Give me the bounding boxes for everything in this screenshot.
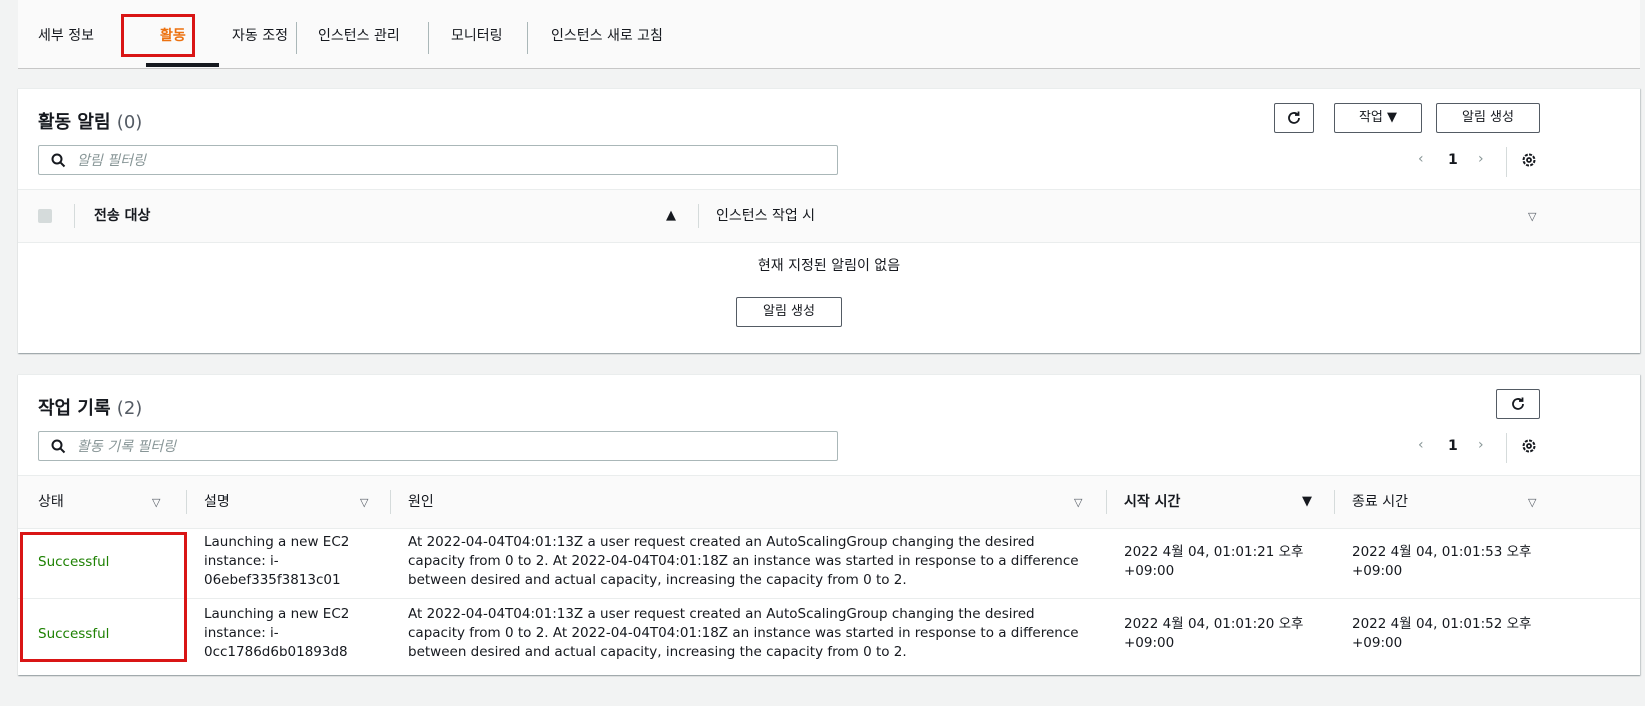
sort-ascending-icon[interactable]: ▲ [666,208,676,223]
tab-instance-refresh[interactable]: 인스턴스 새로 고침 [551,0,663,68]
description-cell: Launching a new EC2 instance: i-06ebef33… [204,534,350,588]
tab-bar: 세부 정보 활동 자동 조정 인스턴스 관리 모니터링 인스턴스 새로 고침 [18,0,1640,69]
cause-cell: At 2022-04-04T04:01:13Z a user request c… [408,606,1079,660]
active-tab-indicator [146,63,219,67]
column-header-description[interactable]: 설명 [204,476,230,528]
history-count: (2) [116,398,143,419]
column-divider [1334,490,1335,514]
refresh-button[interactable] [1496,389,1540,419]
tab-auto-scaling[interactable]: 자동 조정 [232,0,288,68]
table-row: Successful Launching a new EC2 instance:… [18,599,1640,671]
empty-state-message: 현재 지정된 알림이 없음 [757,258,901,274]
page-number[interactable]: 1 [1448,438,1458,454]
tab-divider [527,22,528,54]
sort-icon[interactable]: ▽ [360,496,368,509]
next-page-icon[interactable]: › [1478,151,1484,167]
column-header-instance-action[interactable]: 인스턴스 작업 시 [716,190,815,242]
column-header-start-time[interactable]: 시작 시간 [1124,476,1180,528]
settings-gear-icon[interactable] [1520,437,1538,455]
notification-search-input[interactable] [75,149,819,173]
tab-instance-management[interactable]: 인스턴스 관리 [318,0,400,68]
column-divider [698,204,699,228]
pager-divider [1506,433,1507,463]
select-all-checkbox[interactable] [38,209,52,223]
create-notification-button[interactable]: 알림 생성 [1436,103,1540,133]
table-row: Successful Launching a new EC2 instance:… [18,527,1640,599]
notifications-title: 활동 알림 [38,112,111,133]
history-title: 작업 기록 [38,398,111,419]
column-divider [1106,490,1107,514]
column-divider [390,490,391,514]
tab-divider [428,22,429,54]
sort-icon[interactable]: ▽ [1074,496,1082,509]
notifications-count: (0) [116,112,143,133]
sort-icon[interactable]: ▽ [1528,496,1536,509]
refresh-icon [1288,111,1300,124]
start-time-cell: 2022 4월 04, 01:01:20 오후 +09:00 [1124,616,1304,651]
activity-history-panel: 작업 기록 (2) ‹ 1 › 상태 ▽ 설명 ▽ 원인 ▽ 시작 시간 [18,374,1640,675]
prev-page-icon[interactable]: ‹ [1418,151,1424,167]
column-header-recipient[interactable]: 전송 대상 [94,190,150,242]
refresh-button[interactable] [1274,103,1314,133]
tab-monitoring[interactable]: 모니터링 [451,0,503,68]
start-time-cell: 2022 4월 04, 01:01:21 오후 +09:00 [1124,544,1304,579]
panel-title: 활동 알림 (0) [38,108,142,134]
tab-details[interactable]: 세부 정보 [38,0,94,68]
create-notification-empty-button[interactable]: 알림 생성 [736,297,842,327]
sort-icon[interactable]: ▽ [1528,210,1536,223]
refresh-icon [1512,397,1524,410]
prev-page-icon[interactable]: ‹ [1418,437,1424,453]
column-divider [186,490,187,514]
history-filter [38,431,838,461]
status-cell: Successful [38,626,110,642]
column-header-status[interactable]: 상태 [38,476,64,528]
search-icon [51,153,66,168]
tab-divider [296,22,297,54]
tab-activity[interactable]: 활동 [160,0,186,68]
sort-descending-icon[interactable]: ▼ [1302,494,1312,509]
search-icon [51,439,66,454]
next-page-icon[interactable]: › [1478,437,1484,453]
history-search-input[interactable] [75,435,819,459]
panel-title: 작업 기록 (2) [38,394,142,420]
actions-dropdown-button[interactable]: 작업 ▼ [1334,103,1422,133]
notification-filter [38,145,838,175]
settings-gear-icon[interactable] [1520,151,1538,169]
status-cell: Successful [38,554,110,570]
end-time-cell: 2022 4월 04, 01:01:53 오후 +09:00 [1352,544,1532,579]
notifications-table-header: 전송 대상 ▲ 인스턴스 작업 시 ▽ [18,189,1640,243]
column-header-end-time[interactable]: 종료 시간 [1352,476,1408,528]
pager-divider [1506,147,1507,177]
column-divider [74,204,75,228]
history-table-header: 상태 ▽ 설명 ▽ 원인 ▽ 시작 시간 ▼ 종료 시간 ▽ [18,475,1640,529]
page-number[interactable]: 1 [1448,152,1458,168]
end-time-cell: 2022 4월 04, 01:01:52 오후 +09:00 [1352,616,1532,651]
activity-notifications-panel: 활동 알림 (0) 작업 ▼ 알림 생성 ‹ 1 › 전송 대상 ▲ 인스턴스 … [18,88,1640,353]
cause-cell: At 2022-04-04T04:01:13Z a user request c… [408,534,1079,588]
column-header-cause[interactable]: 원인 [408,476,434,528]
sort-icon[interactable]: ▽ [152,496,160,509]
description-cell: Launching a new EC2 instance: i-0cc1786d… [204,606,350,660]
